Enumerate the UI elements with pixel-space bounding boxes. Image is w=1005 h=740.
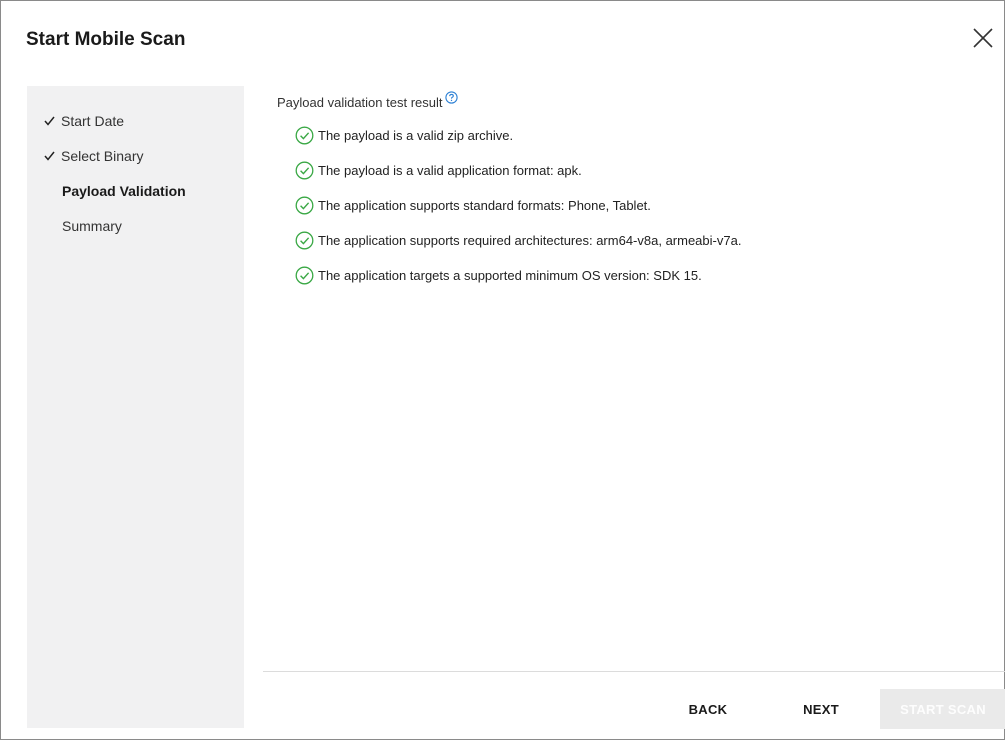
check-circle-icon (295, 126, 314, 145)
checkmark-icon (44, 116, 58, 126)
validation-result-item: The application supports required archit… (295, 223, 741, 258)
validation-panel: Payload validation test result The paylo… (263, 86, 1005, 671)
validation-results-list: The payload is a valid zip archive. The … (295, 118, 741, 293)
step-payload-validation[interactable]: Payload Validation (62, 183, 186, 199)
validation-result-item: The application targets a supported mini… (295, 258, 741, 293)
validation-result-item: The payload is a valid application forma… (295, 153, 741, 188)
step-label: Select Binary (61, 148, 144, 164)
start-mobile-scan-dialog: Start Mobile Scan Start Date Select Bina… (0, 0, 1005, 740)
footer-divider (263, 671, 1005, 672)
check-circle-icon (295, 266, 314, 285)
validation-result-text: The application targets a supported mini… (318, 268, 702, 283)
close-button[interactable] (970, 25, 996, 51)
back-button[interactable]: BACK (673, 689, 743, 729)
wizard-steps-sidebar: Start Date Select Binary Payload Validat… (27, 86, 244, 728)
step-select-binary[interactable]: Select Binary (44, 148, 143, 164)
start-scan-button[interactable]: START SCAN (880, 689, 1005, 729)
next-button[interactable]: NEXT (787, 689, 855, 729)
dialog-title: Start Mobile Scan (26, 29, 186, 50)
step-label: Summary (62, 218, 122, 234)
step-summary[interactable]: Summary (62, 218, 122, 234)
validation-result-text: The payload is a valid zip archive. (318, 128, 514, 143)
validation-result-item: The application supports standard format… (295, 188, 741, 223)
close-icon (973, 28, 993, 48)
check-circle-icon (295, 231, 314, 250)
dialog-header: Start Mobile Scan (1, 1, 1004, 73)
validation-result-item: The payload is a valid zip archive. (295, 118, 741, 153)
validation-heading-text: Payload validation test result (277, 95, 443, 110)
check-circle-icon (295, 196, 314, 215)
check-circle-icon (295, 161, 314, 180)
help-icon[interactable] (445, 91, 459, 104)
step-start-date[interactable]: Start Date (44, 113, 124, 129)
validation-result-text: The application supports standard format… (318, 198, 651, 213)
checkmark-icon (44, 151, 58, 161)
validation-heading: Payload validation test result (277, 91, 459, 110)
validation-result-text: The payload is a valid application forma… (318, 163, 582, 178)
step-label: Payload Validation (62, 183, 186, 199)
step-label: Start Date (61, 113, 125, 129)
validation-result-text: The application supports required archit… (318, 233, 742, 248)
